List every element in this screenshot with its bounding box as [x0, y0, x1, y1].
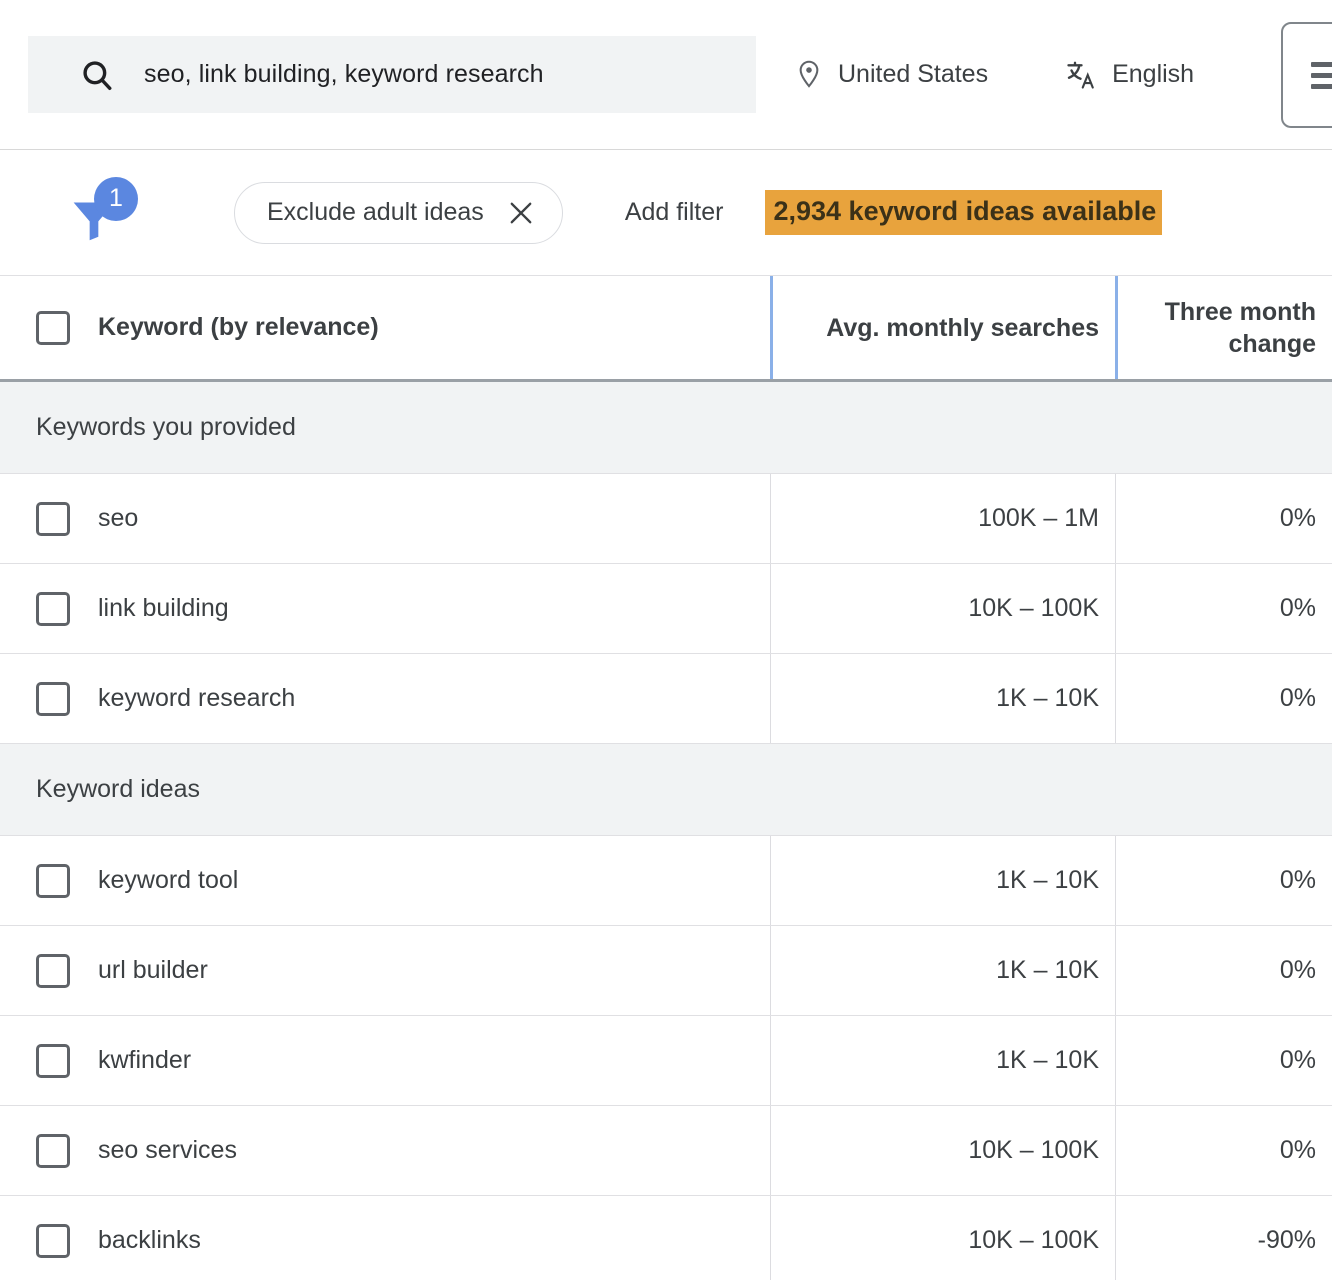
table-row[interactable]: link building 10K – 100K 0% [0, 564, 1332, 654]
close-icon[interactable] [508, 200, 534, 226]
select-all-checkbox[interactable] [36, 311, 70, 345]
location-pin-icon [796, 60, 822, 90]
keyword-ideas-available-badge: 2,934 keyword ideas available [765, 190, 1162, 235]
row-cell-keyword: seo services [0, 1106, 770, 1195]
row-checkbox[interactable] [36, 864, 70, 898]
table-row[interactable]: backlinks 10K – 100K -90% [0, 1196, 1332, 1280]
keyword-text: kwfinder [98, 1046, 191, 1075]
row-cell-keyword: keyword research [0, 654, 770, 743]
list-lines-icon [1311, 62, 1332, 89]
avg-monthly-searches-value: 10K – 100K [968, 594, 1099, 623]
header-label-avg-monthly-searches: Avg. monthly searches [826, 312, 1099, 344]
row-checkbox[interactable] [36, 1044, 70, 1078]
table-group-header: Keyword ideas [0, 744, 1332, 836]
top-search-bar: seo, link building, keyword research Uni… [0, 0, 1332, 150]
row-cell-three-month-change: 0% [1115, 926, 1332, 1015]
add-filter-button[interactable]: Add filter [625, 198, 724, 227]
row-cell-keyword: kwfinder [0, 1016, 770, 1105]
three-month-change-value: 0% [1280, 866, 1316, 895]
keyword-ideas-table: Keyword (by relevance) Avg. monthly sear… [0, 275, 1332, 1280]
row-cell-three-month-change: 0% [1115, 836, 1332, 925]
row-cell-three-month-change: 0% [1115, 654, 1332, 743]
three-month-change-value: 0% [1280, 1046, 1316, 1075]
header-cell-three-month-change[interactable]: Three month change [1115, 276, 1332, 379]
avg-monthly-searches-value: 10K – 100K [968, 1226, 1099, 1255]
filter-chip-label: Exclude adult ideas [267, 198, 484, 227]
avg-monthly-searches-value: 10K – 100K [968, 1136, 1099, 1165]
row-cell-avg-monthly-searches: 1K – 10K [770, 836, 1115, 925]
three-month-change-value: 0% [1280, 684, 1316, 713]
search-input-value: seo, link building, keyword research [144, 60, 544, 89]
keyword-text: keyword research [98, 684, 295, 713]
row-cell-keyword: url builder [0, 926, 770, 1015]
header-cell-avg-monthly-searches[interactable]: Avg. monthly searches [770, 276, 1115, 379]
table-row[interactable]: kwfinder 1K – 10K 0% [0, 1016, 1332, 1106]
three-month-change-value: 0% [1280, 594, 1316, 623]
row-cell-three-month-change: 0% [1115, 564, 1332, 653]
topbar-meta: United States English [796, 60, 1194, 90]
filter-funnel[interactable]: 1 [68, 181, 132, 245]
row-cell-three-month-change: 0% [1115, 474, 1332, 563]
row-checkbox[interactable] [36, 954, 70, 988]
table-row[interactable]: url builder 1K – 10K 0% [0, 926, 1332, 1016]
row-cell-avg-monthly-searches: 10K – 100K [770, 564, 1115, 653]
table-row[interactable]: seo 100K – 1M 0% [0, 474, 1332, 564]
translate-icon [1066, 60, 1096, 90]
avg-monthly-searches-value: 100K – 1M [978, 504, 1099, 533]
search-input[interactable]: seo, link building, keyword research [28, 36, 756, 113]
row-checkbox[interactable] [36, 592, 70, 626]
keyword-text: url builder [98, 956, 208, 985]
language-selector[interactable]: English [1066, 60, 1194, 90]
keyword-text: link building [98, 594, 229, 623]
row-cell-three-month-change: 0% [1115, 1016, 1332, 1105]
keyword-text: seo [98, 504, 138, 533]
filter-count-badge: 1 [94, 177, 138, 221]
table-header-row: Keyword (by relevance) Avg. monthly sear… [0, 276, 1332, 382]
row-cell-keyword: backlinks [0, 1196, 770, 1280]
row-cell-keyword: link building [0, 564, 770, 653]
header-label-keyword: Keyword (by relevance) [98, 313, 379, 342]
row-cell-avg-monthly-searches: 10K – 100K [770, 1106, 1115, 1195]
filter-chip-exclude-adult-ideas[interactable]: Exclude adult ideas [234, 182, 563, 244]
header-label-three-month-change: Three month change [1118, 296, 1316, 360]
table-row[interactable]: keyword research 1K – 10K 0% [0, 654, 1332, 744]
row-cell-avg-monthly-searches: 1K – 10K [770, 926, 1115, 1015]
row-cell-avg-monthly-searches: 10K – 100K [770, 1196, 1115, 1280]
keyword-text: backlinks [98, 1226, 201, 1255]
row-cell-three-month-change: -90% [1115, 1196, 1332, 1280]
row-cell-avg-monthly-searches: 100K – 1M [770, 474, 1115, 563]
keyword-text: keyword tool [98, 866, 238, 895]
table-group-header: Keywords you provided [0, 382, 1332, 474]
avg-monthly-searches-value: 1K – 10K [996, 866, 1099, 895]
three-month-change-value: -90% [1258, 1226, 1316, 1255]
row-cell-avg-monthly-searches: 1K – 10K [770, 654, 1115, 743]
avg-monthly-searches-value: 1K – 10K [996, 684, 1099, 713]
row-checkbox[interactable] [36, 682, 70, 716]
keyword-text: seo services [98, 1136, 237, 1165]
table-row[interactable]: keyword tool 1K – 10K 0% [0, 836, 1332, 926]
header-cell-keyword: Keyword (by relevance) [0, 276, 770, 379]
location-label: United States [838, 60, 988, 89]
more-options-button[interactable] [1281, 22, 1332, 128]
row-checkbox[interactable] [36, 1134, 70, 1168]
search-icon [80, 58, 114, 92]
three-month-change-value: 0% [1280, 1136, 1316, 1165]
table-row[interactable]: seo services 10K – 100K 0% [0, 1106, 1332, 1196]
row-checkbox[interactable] [36, 502, 70, 536]
filter-bar: 1 Exclude adult ideas Add filter 2,934 k… [0, 150, 1332, 275]
row-cell-avg-monthly-searches: 1K – 10K [770, 1016, 1115, 1105]
row-cell-keyword: seo [0, 474, 770, 563]
row-checkbox[interactable] [36, 1224, 70, 1258]
group-label: Keyword ideas [36, 775, 200, 804]
row-cell-keyword: keyword tool [0, 836, 770, 925]
location-selector[interactable]: United States [796, 60, 988, 90]
three-month-change-value: 0% [1280, 504, 1316, 533]
avg-monthly-searches-value: 1K – 10K [996, 1046, 1099, 1075]
language-label: English [1112, 60, 1194, 89]
three-month-change-value: 0% [1280, 956, 1316, 985]
row-cell-three-month-change: 0% [1115, 1106, 1332, 1195]
avg-monthly-searches-value: 1K – 10K [996, 956, 1099, 985]
group-label: Keywords you provided [36, 413, 296, 442]
